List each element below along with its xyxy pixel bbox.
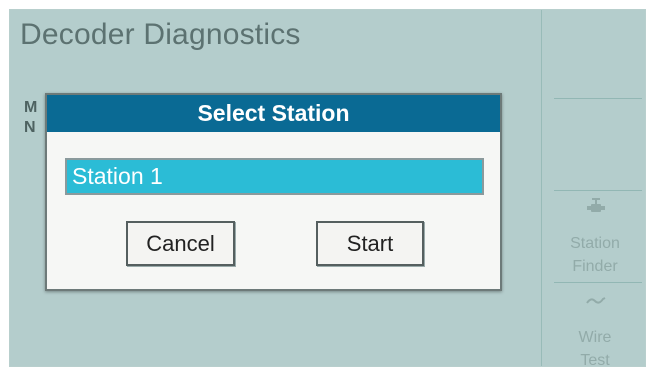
station-select-field[interactable]: Station 1 — [65, 158, 484, 195]
dialog-title: Select Station — [47, 95, 500, 132]
cancel-button[interactable]: Cancel — [126, 221, 235, 266]
start-button[interactable]: Start — [316, 221, 424, 266]
decoder-diagnostics-screen: Decoder Diagnostics M N Station Finder W… — [9, 9, 646, 367]
select-station-dialog: Select Station Station 1 Cancel Start — [45, 93, 502, 291]
